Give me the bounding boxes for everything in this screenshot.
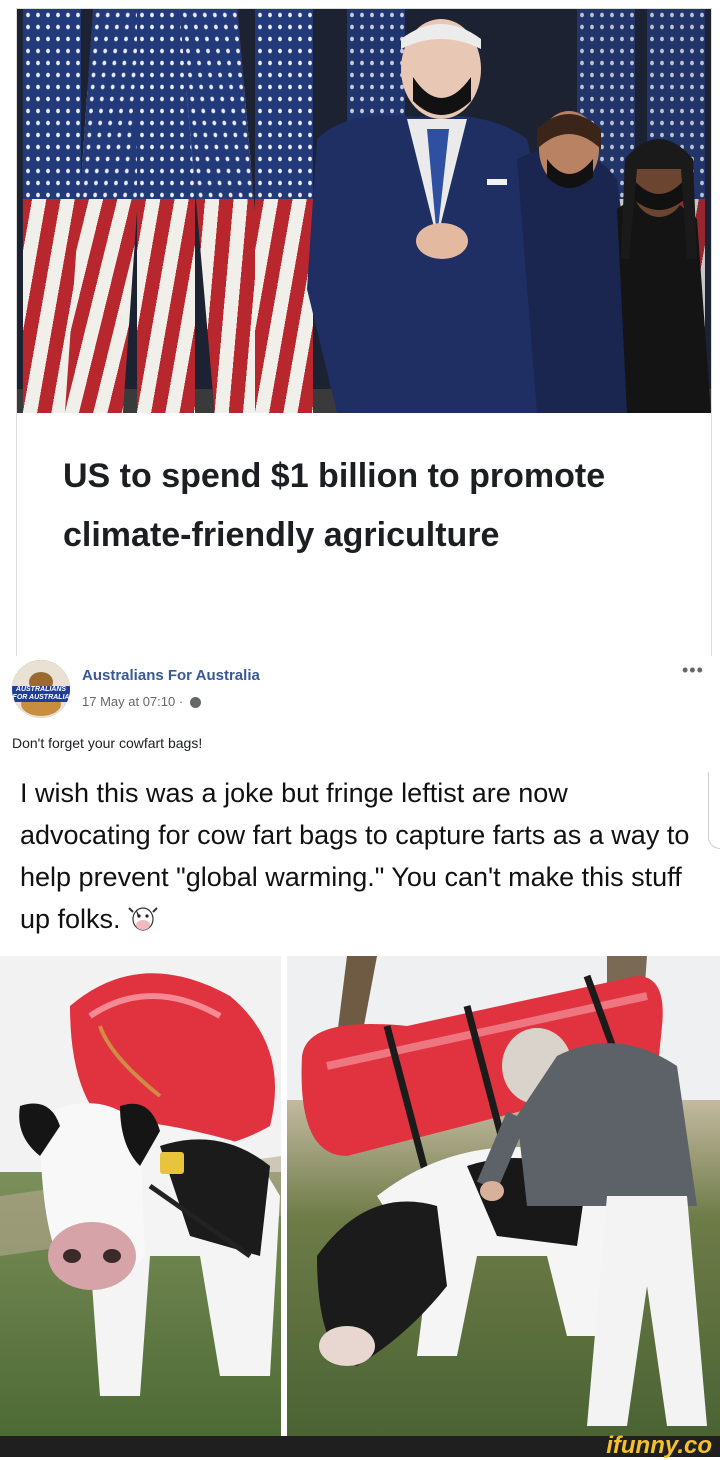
cow-photo-left [0,956,281,1436]
people-illustration [307,19,711,413]
quote-divider [708,772,720,849]
quote-text: I wish this was a joke but fringe leftis… [20,778,690,934]
page-name-link[interactable]: Australians For Australia [82,667,260,684]
post-meta: 17 May at 07:10 · [82,694,201,709]
cow-face-icon [128,907,158,931]
post-timestamp[interactable]: 17 May at 07:10 · [82,694,183,709]
article-headline[interactable]: US to spend $1 billion to promote climat… [63,447,663,565]
ifunny-watermark[interactable]: ifunny.co [606,1432,712,1460]
cow-photo-right [287,956,720,1436]
quote-block: I wish this was a joke but fringe leftis… [20,772,700,940]
article-card[interactable]: US to spend $1 billion to promote climat… [16,8,712,657]
more-options-icon[interactable]: ••• [682,660,704,681]
avatar[interactable]: AUSTRALIANS FOR AUSTRALIA [12,660,70,718]
post-text: Don't forget your cowfart bags! [12,735,203,751]
globe-icon [189,697,201,709]
article-photo [17,9,711,413]
avatar-text: AUSTRALIANS FOR AUSTRALIA [12,686,70,702]
